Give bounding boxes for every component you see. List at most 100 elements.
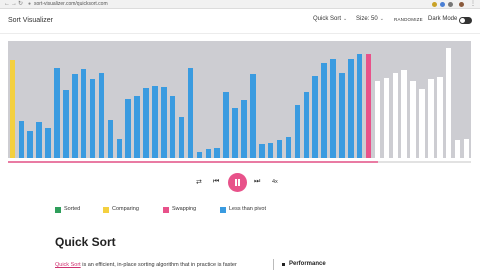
size-select[interactable]: Size: 50 ⌄: [356, 16, 384, 22]
previous-step-icon[interactable]: ⏮: [213, 178, 219, 186]
pause-icon: [238, 179, 240, 186]
array-bar: [339, 73, 345, 158]
array-bar: [178, 117, 185, 158]
array-bar: [303, 92, 310, 158]
array-bar: [294, 104, 301, 158]
array-bar: [72, 74, 78, 158]
lock-icon: ●: [28, 1, 32, 7]
toggle-knob: [460, 18, 465, 23]
array-bar: [45, 127, 51, 158]
array-bar: [54, 67, 60, 158]
array-bar: [321, 63, 327, 158]
bullet-icon: [282, 263, 285, 266]
array-bar: [18, 120, 25, 158]
legend-swatch-less-than-pivot: [220, 207, 226, 213]
array-bar: [214, 147, 220, 158]
pause-button[interactable]: [228, 173, 247, 192]
section-divider: [273, 259, 274, 270]
array-bar: [312, 75, 318, 158]
legend-label-swapping: Swapping: [172, 206, 197, 212]
array-bar: [276, 139, 283, 158]
array-bar: [187, 67, 194, 158]
chevron-down-icon: ⌄: [343, 16, 348, 22]
algorithm-description: Quick Sort is an efficient, in-place sor…: [55, 262, 237, 268]
array-bar: [419, 89, 425, 158]
shuffle-icon[interactable]: ⇄: [196, 178, 202, 186]
app-header: Sort Visualizer Quick Sort ⌄ Size: 50 ⌄ RA…: [0, 9, 480, 34]
array-bar: [428, 78, 434, 158]
reload-icon[interactable]: ↻: [18, 0, 23, 9]
array-bar: [152, 85, 158, 158]
array-bar: [80, 68, 87, 158]
array-bar: [454, 139, 461, 158]
array-bar: [267, 143, 274, 158]
legend-swatch-comparing: [103, 207, 109, 213]
app-title[interactable]: Sort Visualizer: [8, 17, 53, 24]
performance-heading: Performance: [289, 261, 326, 267]
size-value: 50: [371, 16, 378, 22]
array-bar: [285, 136, 292, 158]
array-bar: [98, 73, 105, 158]
extension-icon[interactable]: [432, 2, 437, 7]
array-bar: [241, 100, 247, 158]
array-bar: [161, 86, 167, 158]
array-bar: [258, 144, 265, 158]
dark-mode-toggle[interactable]: [459, 17, 472, 24]
progress-fill: [8, 161, 379, 163]
speed-button[interactable]: 4x: [272, 179, 278, 185]
array-bar: [9, 59, 16, 158]
array-bar: [348, 58, 354, 158]
next-step-icon[interactable]: ⏭: [254, 178, 260, 186]
array-bar: [250, 74, 256, 158]
extension-icon[interactable]: [440, 2, 445, 7]
array-bar: [437, 76, 443, 158]
array-bar: [383, 77, 390, 158]
array-bar: [143, 87, 149, 158]
array-bar: [232, 108, 238, 158]
array-bar: [463, 138, 470, 158]
array-bar: [401, 69, 407, 158]
quick-sort-link[interactable]: Quick Sort: [55, 262, 81, 268]
array-bar: [125, 99, 131, 158]
browser-menu-icon[interactable]: ⋮: [470, 0, 476, 9]
array-bar: [223, 92, 229, 158]
address-bar[interactable]: sort-visualizer.com/quicksort.com: [34, 0, 108, 9]
pause-icon: [235, 179, 237, 186]
legend-swatch-sorted: [55, 207, 61, 213]
forward-icon[interactable]: →: [11, 0, 17, 9]
array-bar: [392, 73, 399, 158]
array-bar: [134, 95, 140, 158]
array-bar: [116, 138, 123, 158]
array-bar: [36, 121, 42, 158]
size-label: Size: [356, 16, 368, 22]
array-bar: [374, 81, 381, 158]
array-bar: [27, 130, 33, 158]
array-bar: [169, 95, 176, 158]
algorithm-heading: Quick Sort: [55, 235, 116, 249]
array-bar: [196, 152, 203, 158]
array-bar: [356, 54, 363, 158]
array-bar: [365, 54, 372, 158]
progress-track[interactable]: [8, 161, 471, 163]
legend-label-comparing: Comparing: [112, 206, 139, 212]
array-bar: [89, 78, 96, 158]
randomize-button[interactable]: RANDOMIZE: [394, 17, 423, 22]
array-bar: [107, 119, 114, 158]
algorithm-select-value: Quick Sort: [313, 16, 342, 22]
legend-label-sorted: Sorted: [64, 206, 81, 212]
back-icon[interactable]: ←: [4, 0, 10, 9]
algorithm-select[interactable]: Quick Sort ⌄: [313, 16, 347, 22]
extension-icon[interactable]: [448, 2, 453, 7]
array-bar: [330, 58, 336, 158]
description-text: is an efficient, in-place sorting algori…: [80, 262, 237, 268]
browser-toolbar: ← → ↻ ● sort-visualizer.com/quicksort.co…: [0, 0, 480, 9]
array-bar: [410, 81, 416, 158]
chevron-down-icon: ⌄: [379, 16, 384, 22]
legend-swatch-swapping: [163, 207, 169, 213]
dark-mode-label: Dark Mode: [428, 16, 458, 22]
sort-visualizer-canvas: [8, 41, 471, 158]
profile-avatar[interactable]: [459, 2, 464, 7]
legend-label-less-than-pivot: Less than pivot: [229, 206, 266, 212]
array-bar: [63, 90, 69, 158]
array-bar: [445, 48, 452, 158]
